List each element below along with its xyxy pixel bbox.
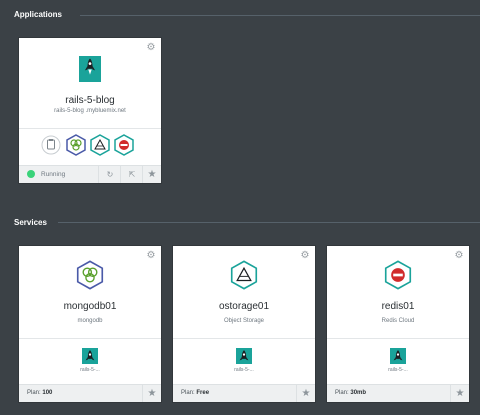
gear-icon[interactable]: ⚙ <box>454 251 464 261</box>
service-card-divider <box>327 338 469 339</box>
applications-section-title: Applications <box>14 10 63 19</box>
service-card-footer: Plan: 100 ★ <box>19 384 161 402</box>
services-section-title: Services <box>14 218 47 227</box>
object-storage-icon <box>229 260 259 295</box>
bound-app-rocket-icon[interactable] <box>82 348 98 364</box>
app-rocket-icon <box>79 56 101 82</box>
plan-value: Free <box>196 390 210 396</box>
plan-label: Plan: <box>335 390 349 396</box>
restart-icon[interactable]: ↻ <box>98 166 121 183</box>
service-card-redis01[interactable]: ⚙ redis01 Redis Cloud rails-5-... Plan: … <box>327 246 469 402</box>
object-storage-icon[interactable] <box>89 134 111 161</box>
plan-info: Plan: 30mb <box>335 390 366 396</box>
service-name[interactable]: mongodb01 <box>19 301 161 312</box>
gear-icon[interactable]: ⚙ <box>300 251 310 261</box>
gear-icon[interactable]: ⚙ <box>146 43 156 53</box>
redis-icon <box>383 260 413 295</box>
bound-app-label: rails-5-... <box>80 367 100 373</box>
service-card-footer: Plan: Free ★ <box>173 384 315 402</box>
star-icon[interactable]: ★ <box>450 385 469 402</box>
open-url-icon[interactable]: ⇱ <box>120 166 143 183</box>
plan-info: Plan: Free <box>181 390 209 396</box>
app-card[interactable]: ⚙ rails-5-blog rails-5-blog .mybluemix.n… <box>19 38 161 183</box>
plan-value: 100 <box>42 390 53 396</box>
gear-icon[interactable]: ⚙ <box>146 251 156 261</box>
service-card-ostorage01[interactable]: ⚙ ostorage01 Object Storage rails-5-... … <box>173 246 315 402</box>
mongodb-icon <box>75 260 105 295</box>
service-card-footer: Plan: 30mb ★ <box>327 384 469 402</box>
service-card-divider <box>173 338 315 339</box>
redis-icon[interactable] <box>113 134 135 161</box>
app-card-divider <box>19 128 161 129</box>
app-card-footer: Running ↻ ⇱ ★ <box>19 165 161 183</box>
app-name[interactable]: rails-5-blog <box>19 95 161 106</box>
services-divider <box>58 222 480 223</box>
plan-info: Plan: 100 <box>27 390 52 396</box>
service-card-mongodb01[interactable]: ⚙ mongodb01 mongodb rails-5-... Plan: 10… <box>19 246 161 402</box>
clipboard-icon[interactable] <box>41 135 61 160</box>
bound-app-label: rails-5-... <box>388 367 408 373</box>
service-type: mongodb <box>77 318 103 324</box>
service-card-divider <box>19 338 161 339</box>
service-name[interactable]: ostorage01 <box>173 301 315 312</box>
service-type: Object Storage <box>223 318 265 324</box>
plan-value: 30mb <box>350 390 367 396</box>
app-status: Running <box>41 171 66 178</box>
star-icon[interactable]: ★ <box>296 385 315 402</box>
running-status-dot <box>27 170 35 178</box>
plan-label: Plan: <box>181 390 195 396</box>
plan-label: Plan: <box>27 390 41 396</box>
bound-app-rocket-icon[interactable] <box>390 348 406 364</box>
bound-app-label: rails-5-... <box>234 367 254 373</box>
app-route[interactable]: rails-5-blog .mybluemix.net <box>19 108 161 114</box>
applications-divider <box>80 15 480 16</box>
service-type: Redis Cloud <box>381 318 415 324</box>
star-icon[interactable]: ★ <box>142 166 161 183</box>
bound-app-rocket-icon[interactable] <box>236 348 252 364</box>
service-name[interactable]: redis01 <box>327 301 469 312</box>
mongodb-icon[interactable] <box>65 134 87 161</box>
star-icon[interactable]: ★ <box>142 385 161 402</box>
